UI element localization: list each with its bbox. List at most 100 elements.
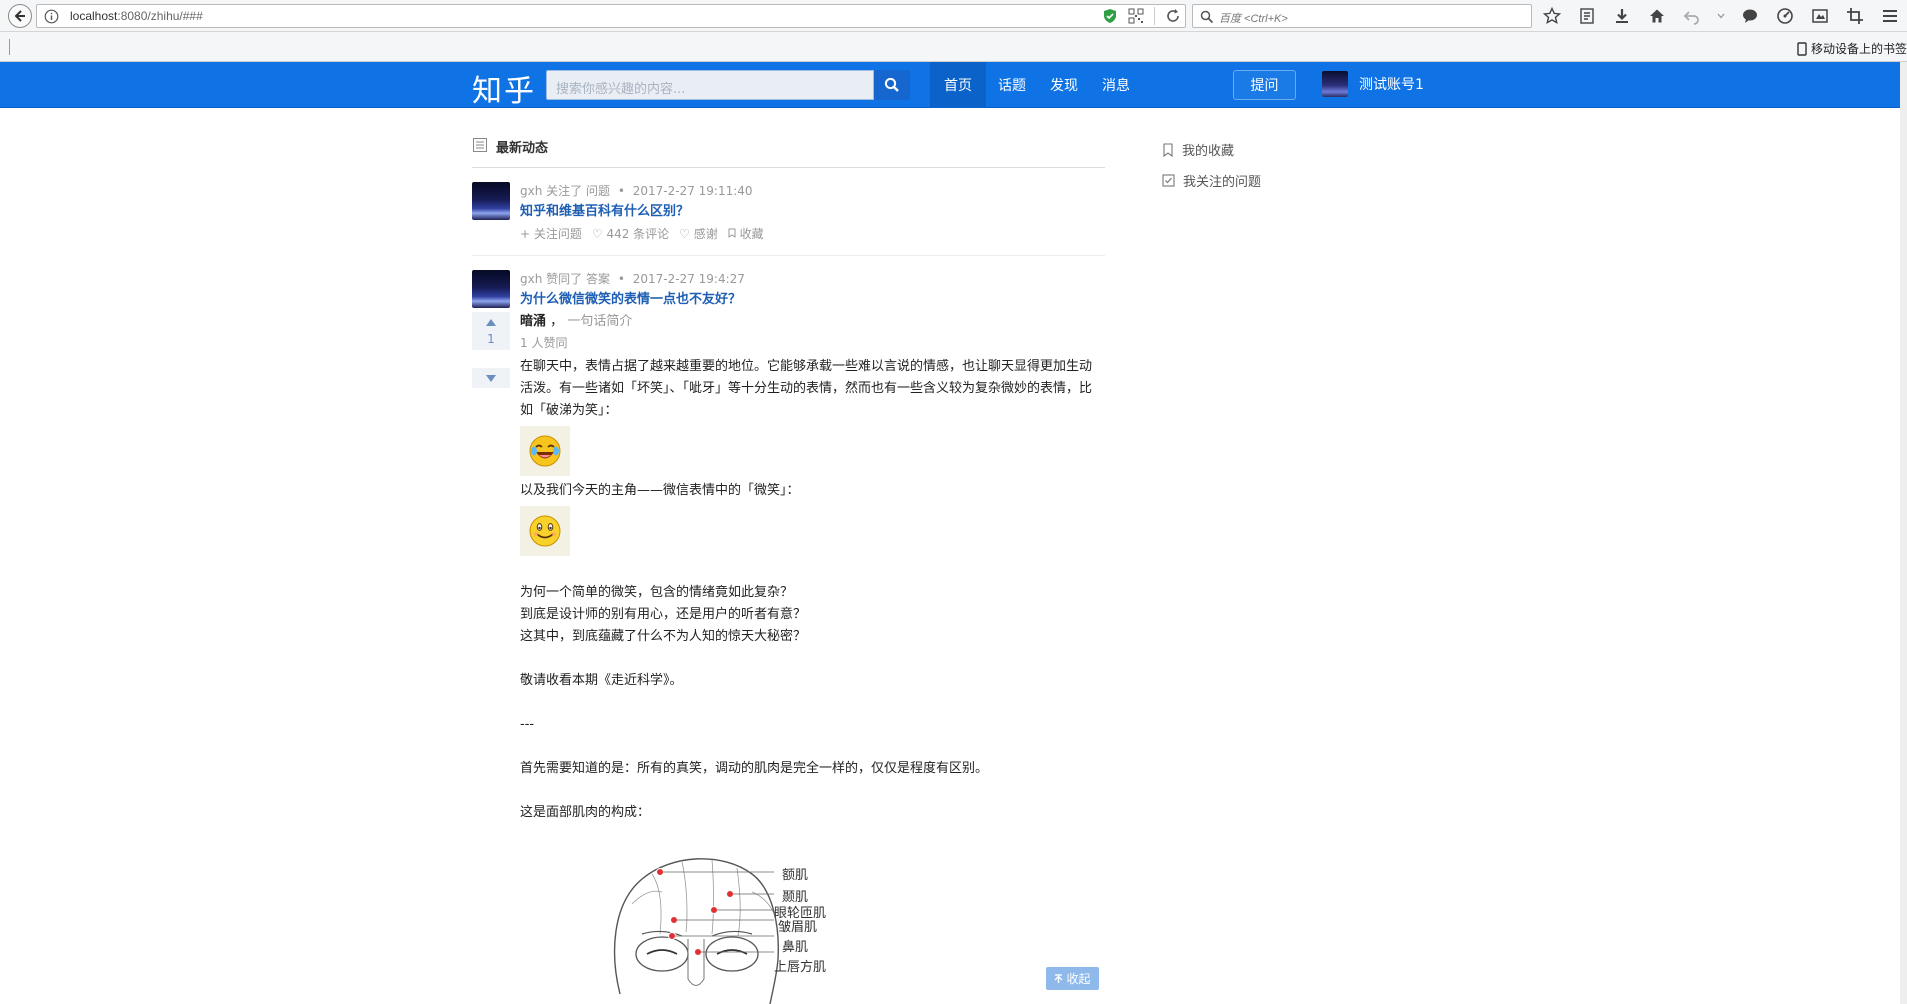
menu-icon[interactable] xyxy=(1880,6,1900,26)
browser-search-placeholder: 百度 <Ctrl+K> xyxy=(1219,13,1288,25)
site-search-button[interactable] xyxy=(874,70,910,100)
answer-paragraph: 敬请收看本期《走近科学》。 xyxy=(520,673,683,688)
site-logo[interactable]: 知乎 xyxy=(472,66,536,110)
url-bar-icons xyxy=(1102,7,1181,25)
url-host: localhost xyxy=(70,9,118,23)
muscle-label: 上唇方肌 xyxy=(774,960,827,975)
nav-topics[interactable]: 话题 xyxy=(986,62,1038,108)
search-icon xyxy=(1200,10,1214,24)
browser-toolbar-icons xyxy=(1542,6,1900,26)
emoji-smile-image xyxy=(520,506,570,556)
answer-line: 这其中，到底蕴藏了什么不为人知的惊天大秘密？ xyxy=(520,629,807,644)
home-icon[interactable] xyxy=(1647,6,1667,26)
reader-list-icon[interactable] xyxy=(1577,6,1597,26)
face-sketch xyxy=(613,858,779,1004)
back-button[interactable] xyxy=(8,4,32,28)
speedometer-icon[interactable] xyxy=(1775,6,1795,26)
url-text[interactable]: localhost:8080/zhihu/### xyxy=(70,9,203,23)
sidebar: 我的收藏 我关注的问题 xyxy=(1162,134,1261,196)
muscle-label: 额肌 xyxy=(782,868,809,883)
feed-action: 关注了 问题 xyxy=(546,184,610,198)
site-search-placeholder: 搜索你感兴趣的内容... xyxy=(556,82,686,97)
answer-line: 到底是设计师的别有用心，还是用户的听者有意？ xyxy=(520,607,807,622)
answer-line: 为何一个简单的微笑，包含的情绪竟如此复杂？ xyxy=(520,585,794,600)
mobile-bookmarks-folder[interactable]: 移动设备上的书签 xyxy=(1797,40,1907,57)
info-icon[interactable] xyxy=(44,9,59,24)
thanks-button[interactable]: ♡ 感谢 xyxy=(679,225,718,242)
feed-meta: gxh 赞同了 答案 • 2017-2-27 19:4:27 xyxy=(520,270,745,287)
chat-bubble-icon[interactable] xyxy=(1740,6,1760,26)
nav-home[interactable]: 首页 xyxy=(930,62,986,108)
sidebar-item-collections[interactable]: 我的收藏 xyxy=(1162,134,1261,165)
answer-paragraph: 以及我们今天的主角——微信表情中的「微笑」： xyxy=(520,483,800,498)
feed-meta: gxh 关注了 问题 • 2017-2-27 19:11:40 xyxy=(520,182,753,199)
author-separator: ， xyxy=(550,314,564,329)
answer-author: 暗涌 ， 一句话简介 xyxy=(520,310,632,329)
answer-body: 在聊天中，表情占据了越来越重要的地位。它能够承载一些难以言说的情感，也让聊天显得… xyxy=(520,356,1100,824)
undo-icon[interactable] xyxy=(1682,6,1702,26)
avatar[interactable] xyxy=(472,270,510,308)
nav-discover[interactable]: 发现 xyxy=(1038,62,1090,108)
url-path: :8080/zhihu/### xyxy=(117,9,203,23)
question-actions: + 关注问题 ♡ 442 条评论 ♡ 感谢 收藏 xyxy=(520,225,764,242)
question-title-link[interactable]: 为什么微信微笑的表情一点也不友好？ xyxy=(520,288,741,307)
sidebar-item-followed-questions[interactable]: 我关注的问题 xyxy=(1162,165,1261,196)
site-header: 知乎 搜索你感兴趣的内容... 首页 话题 发现 消息 提问 测试账号1 xyxy=(0,62,1907,110)
screenshot-icon[interactable] xyxy=(1810,6,1830,26)
reload-icon[interactable] xyxy=(1165,8,1181,24)
question-title-link[interactable]: 知乎和维基百科有什么区别？ xyxy=(520,200,689,219)
bookmark-star-icon[interactable] xyxy=(1542,6,1562,26)
votes-summary[interactable]: 1 人赞同 xyxy=(520,334,567,351)
download-icon[interactable] xyxy=(1612,6,1632,26)
meta-dot: • xyxy=(617,272,625,286)
answer-divider: --- xyxy=(520,717,535,732)
sidebar-item-label: 我关注的问题 xyxy=(1183,175,1262,190)
avatar[interactable] xyxy=(1322,71,1348,97)
checkbox-checked-icon xyxy=(1162,174,1175,187)
bookmark-icon xyxy=(1163,142,1173,157)
url-bar[interactable]: localhost:8080/zhihu/### xyxy=(36,4,1186,28)
collapse-up-icon xyxy=(1054,974,1063,983)
account-name[interactable]: 测试账号1 xyxy=(1359,74,1424,94)
sidebar-item-label: 我的收藏 xyxy=(1182,144,1235,159)
downvote-button[interactable] xyxy=(472,368,510,388)
shield-check-icon[interactable] xyxy=(1102,8,1118,24)
chevron-down-icon[interactable] xyxy=(1717,6,1725,26)
bookmark-icon xyxy=(728,228,736,238)
feed-user[interactable]: gxh xyxy=(520,272,542,286)
site-search-input[interactable]: 搜索你感兴趣的内容... xyxy=(546,70,874,100)
arrow-left-icon xyxy=(14,10,25,22)
nav-messages[interactable]: 消息 xyxy=(1090,62,1142,108)
crop-icon[interactable] xyxy=(1845,6,1865,26)
qr-code-icon[interactable] xyxy=(1128,8,1144,24)
ask-question-button[interactable]: 提问 xyxy=(1233,70,1296,100)
collapse-button[interactable]: 收起 xyxy=(1046,967,1099,990)
browser-toolbar: localhost:8080/zhihu/### 百度 <Ctrl+K> xyxy=(0,0,1907,32)
comments-link[interactable]: ♡ 442 条评论 xyxy=(592,225,669,242)
feed-user[interactable]: gxh xyxy=(520,184,542,198)
muscle-label: 鼻肌 xyxy=(782,940,809,955)
upvote-button[interactable] xyxy=(472,312,510,332)
account-menu[interactable]: 测试账号1 xyxy=(1322,71,1424,97)
emoji-laugh-cry-image xyxy=(520,426,570,476)
avatar[interactable] xyxy=(472,182,510,220)
search-icon xyxy=(884,77,899,92)
triangle-up-icon xyxy=(486,318,496,326)
collect-label: 收藏 xyxy=(739,227,764,241)
feed-header: 最新动态 xyxy=(472,134,1105,168)
main-nav: 首页 话题 发现 消息 xyxy=(930,62,1142,108)
author-name[interactable]: 暗涌 xyxy=(520,314,546,329)
feed-action: 赞同了 答案 xyxy=(546,272,610,286)
collect-button[interactable]: 收藏 xyxy=(728,225,764,242)
answer-paragraph: 首先需要知道的是：所有的真笑，调动的肌肉是完全一样的，仅仅是程度有区别。 xyxy=(520,761,989,776)
page-scrollbar[interactable] xyxy=(1900,62,1907,1004)
vote-box: 1 xyxy=(472,312,510,388)
vote-count: 1 xyxy=(472,332,510,350)
meta-dot: • xyxy=(617,184,625,198)
follow-question-button[interactable]: + 关注问题 xyxy=(520,225,582,242)
bookmarks-bar: 移动设备上的书签 xyxy=(0,32,1907,62)
feed-title: 最新动态 xyxy=(496,141,549,156)
browser-search-box[interactable]: 百度 <Ctrl+K> xyxy=(1192,4,1532,28)
